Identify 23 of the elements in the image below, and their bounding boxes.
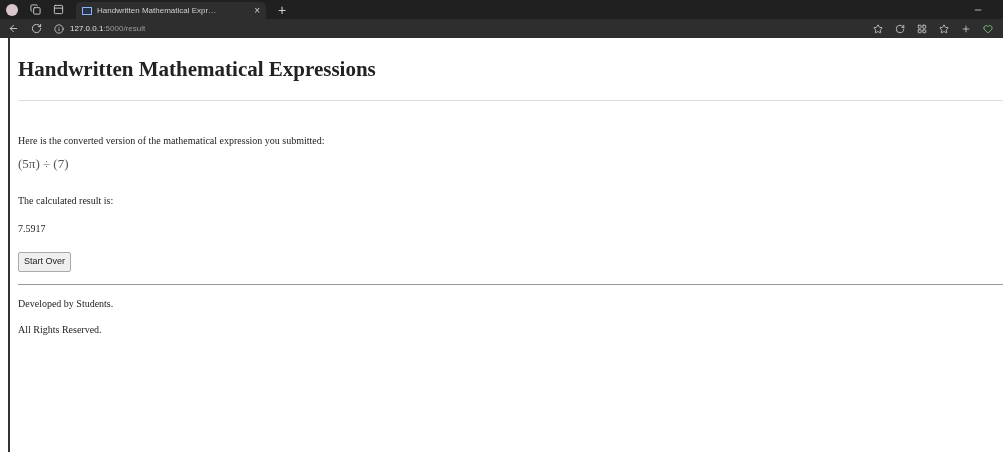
favorites-icon[interactable] bbox=[939, 23, 949, 34]
site-info-icon[interactable] bbox=[54, 23, 64, 34]
browser-tab[interactable]: Handwritten Mathematical Expr… × bbox=[76, 2, 266, 19]
result-label: The calculated result is: bbox=[18, 194, 115, 208]
start-over-button[interactable]: Start Over bbox=[18, 252, 71, 272]
tab-title: Handwritten Mathematical Expr… bbox=[97, 4, 218, 17]
url-text[interactable]: 127.0.0.1:5000/result bbox=[70, 22, 146, 35]
tab-favicon-icon bbox=[82, 6, 92, 15]
result-value: 7.5917 bbox=[18, 222, 47, 236]
heart-icon[interactable] bbox=[983, 23, 993, 34]
page-heading: Handwritten Mathematical Expressions bbox=[18, 56, 377, 83]
back-icon[interactable] bbox=[8, 23, 19, 34]
footer-text: All Rights Reserved. bbox=[18, 322, 103, 337]
favorite-icon[interactable] bbox=[873, 23, 883, 34]
new-tab-button[interactable]: + bbox=[278, 2, 287, 17]
refresh-icon[interactable] bbox=[31, 23, 42, 34]
tab-actions-icon[interactable] bbox=[53, 4, 64, 15]
profile-avatar-icon[interactable] bbox=[6, 3, 18, 16]
tab-close[interactable]: × bbox=[254, 3, 260, 18]
intro-text: Here is the converted version of the mathematical expression you submitted: bbox=[18, 133, 326, 148]
footer-text: Developed by Students. bbox=[18, 296, 115, 311]
math-expression: (5π) ÷ (7) bbox=[18, 154, 70, 173]
workspaces-icon[interactable] bbox=[30, 4, 41, 15]
